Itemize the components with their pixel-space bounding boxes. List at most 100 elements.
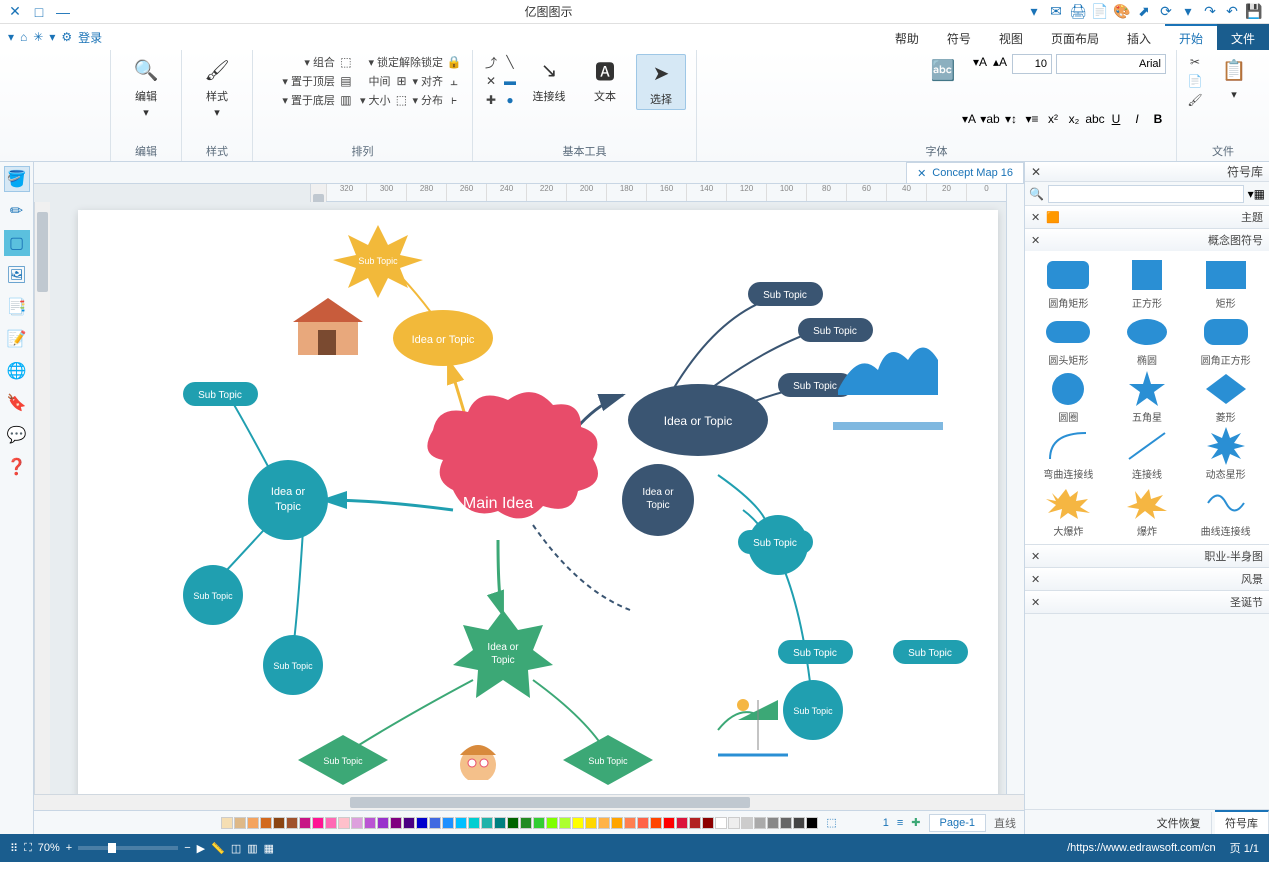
comment-tool-icon[interactable]: 💬: [4, 422, 30, 448]
tab-recover[interactable]: 文件恢复: [1147, 812, 1212, 834]
color-swatch[interactable]: [338, 817, 350, 829]
globe-tool-icon[interactable]: 🌐: [4, 358, 30, 384]
color-swatch[interactable]: [637, 817, 649, 829]
close-doc-icon[interactable]: ✕: [917, 167, 926, 180]
font-name-select[interactable]: [1056, 54, 1166, 74]
sub-green1[interactable]: Sub Topic: [298, 735, 388, 785]
section-career[interactable]: 职业-半身图✕: [1025, 545, 1269, 567]
color-swatch[interactable]: [455, 817, 467, 829]
color-swatch[interactable]: [689, 817, 701, 829]
sub-green2[interactable]: Sub Topic: [563, 735, 653, 785]
close-panel-icon[interactable]: ✕: [1031, 165, 1041, 179]
sub-teal-pill3[interactable]: Sub Topic: [893, 640, 968, 664]
shape-ellipse[interactable]: 椭圆: [1110, 314, 1185, 367]
sup-icon[interactable]: x²: [1045, 111, 1061, 127]
highlight-icon[interactable]: ab▾: [982, 111, 998, 127]
maximize-button[interactable]: □: [30, 3, 48, 21]
house-clipart[interactable]: [293, 298, 363, 355]
color-swatch[interactable]: [624, 817, 636, 829]
color-swatch[interactable]: [299, 817, 311, 829]
palette-icon[interactable]: 🎨: [1113, 3, 1131, 21]
bold-icon[interactable]: B: [1150, 111, 1166, 127]
shape-burst[interactable]: 动态星形: [1188, 428, 1263, 481]
underline-icon[interactable]: U: [1108, 111, 1124, 127]
sub-teal3[interactable]: Sub Topic: [783, 680, 843, 740]
share-icon[interactable]: ⬈: [1135, 3, 1153, 21]
shape-pill[interactable]: 圆头矩形: [1031, 314, 1106, 367]
color-swatch[interactable]: [806, 817, 818, 829]
color-swatch[interactable]: [221, 817, 233, 829]
undo-icon[interactable]: ↶: [1223, 3, 1241, 21]
beach-clipart[interactable]: [718, 699, 788, 755]
color-swatch[interactable]: [546, 817, 558, 829]
minimize-button[interactable]: —: [54, 3, 72, 21]
color-swatch[interactable]: [273, 817, 285, 829]
help-tool-icon[interactable]: ❓: [4, 454, 30, 480]
font-color-big[interactable]: 🔤: [918, 54, 968, 86]
shape-explosion[interactable]: 爆炸: [1110, 485, 1185, 538]
circle-tool[interactable]: ●✚: [483, 92, 518, 108]
sub-teal4[interactable]: Sub Topic: [183, 565, 243, 625]
bring-front-button[interactable]: ▤置于顶层▾: [282, 73, 354, 89]
close-button[interactable]: ✕: [6, 3, 24, 21]
mail-icon[interactable]: ✉: [1047, 3, 1065, 21]
person-clipart[interactable]: [460, 745, 496, 794]
page-menu-icon[interactable]: ≡: [897, 817, 903, 829]
main-idea-node[interactable]: Main Idea: [427, 392, 598, 518]
menu-tab-view[interactable]: 视图: [985, 24, 1037, 50]
color-swatch[interactable]: [507, 817, 519, 829]
menu-tab-layout[interactable]: 页面布局: [1037, 24, 1113, 50]
menu-tab-insert[interactable]: 插入: [1113, 24, 1165, 50]
color-swatch[interactable]: [364, 817, 376, 829]
shape-bent-connector[interactable]: 弯曲连接线: [1031, 428, 1106, 481]
color-swatch[interactable]: [390, 817, 402, 829]
tag-tool-icon[interactable]: 🔖: [4, 390, 30, 416]
color-swatch[interactable]: [286, 817, 298, 829]
vertical-scrollbar2[interactable]: [34, 202, 50, 794]
home-icon[interactable]: ⌂: [20, 30, 27, 44]
color-swatch[interactable]: [676, 817, 688, 829]
export-icon[interactable]: 📄: [1091, 3, 1109, 21]
color-swatch[interactable]: [403, 817, 415, 829]
strike-icon[interactable]: abc: [1087, 111, 1103, 127]
print-icon[interactable]: 🖨: [1069, 3, 1087, 21]
color-swatch[interactable]: [468, 817, 480, 829]
color-swatch[interactable]: [793, 817, 805, 829]
library-icon[interactable]: ▦▾: [1248, 187, 1265, 201]
color-swatch[interactable]: [598, 817, 610, 829]
section-holiday[interactable]: 圣诞节✕: [1025, 591, 1269, 613]
ruler-icon[interactable]: 📏: [211, 842, 225, 855]
redo-icon[interactable]: ↷: [1201, 3, 1219, 21]
text-tool[interactable]: 🅰文本: [580, 54, 630, 104]
shape-round-rect[interactable]: 圆角矩形: [1031, 257, 1106, 310]
color-swatch[interactable]: [611, 817, 623, 829]
color-swatch[interactable]: [429, 817, 441, 829]
add-page-icon[interactable]: ✚: [911, 816, 920, 829]
bullets-icon[interactable]: ≡▾: [1024, 111, 1040, 127]
fill-tool-icon[interactable]: 🪣: [4, 166, 30, 192]
color-swatch[interactable]: [312, 817, 324, 829]
shape-curve-connector[interactable]: 曲线连接线: [1188, 485, 1263, 538]
color-swatch[interactable]: [559, 817, 571, 829]
idea5-node[interactable]: Idea orTopic: [622, 464, 694, 536]
zoom-slider[interactable]: [78, 846, 178, 850]
fit-icon[interactable]: ⛶: [24, 842, 32, 855]
horizontal-scrollbar[interactable]: [50, 794, 1006, 810]
color-swatch[interactable]: [650, 817, 662, 829]
send-back-button[interactable]: ▥置于底层▾: [282, 92, 354, 108]
shape-tool-icon[interactable]: ▢: [4, 230, 30, 256]
paste-button[interactable]: 📋▾: [1209, 54, 1259, 101]
menu-tab-symbol[interactable]: 符号: [933, 24, 985, 50]
idea2-node[interactable]: Idea or Topic: [393, 310, 493, 366]
color-swatch[interactable]: [702, 817, 714, 829]
image-tool-icon[interactable]: 🖼: [4, 262, 30, 288]
format-painter[interactable]: 🖌: [1187, 92, 1203, 108]
layer-tool-icon[interactable]: 📑: [4, 294, 30, 320]
pres-icon[interactable]: ▶: [197, 842, 205, 855]
color-swatch[interactable]: [741, 817, 753, 829]
gear-icon[interactable]: ⚙: [61, 30, 72, 44]
color-swatch[interactable]: [533, 817, 545, 829]
color-swatch[interactable]: [715, 817, 727, 829]
opera-house-clipart[interactable]: [833, 348, 943, 431]
idea1-node[interactable]: Idea orTopic: [248, 460, 328, 540]
